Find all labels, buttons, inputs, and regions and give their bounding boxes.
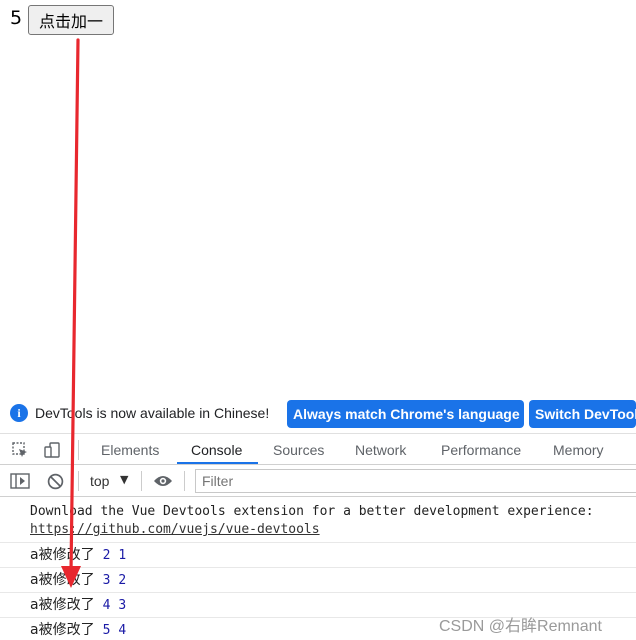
console-sidebar-icon[interactable]: [10, 473, 30, 489]
devtools-tabbar: Elements Console Sources Network Perform…: [0, 433, 636, 465]
chevron-down-icon[interactable]: ▼: [120, 473, 128, 486]
log-old-value: 2: [118, 573, 127, 588]
log-old-value: 4: [118, 623, 127, 638]
inspect-element-icon[interactable]: [12, 442, 28, 458]
log-label: a被修改了: [30, 572, 95, 588]
log-new-value: 4: [102, 598, 111, 613]
device-toolbar-icon[interactable]: [44, 442, 60, 458]
toolbar-divider: [184, 471, 185, 491]
console-toolbar: top ▼: [0, 465, 636, 497]
console-message: a被修改了 2 1: [0, 543, 636, 568]
counter-value: 5: [10, 7, 23, 29]
page-content: 5 点击加一: [0, 0, 636, 398]
vue-devtools-link[interactable]: https://github.com/vuejs/vue-devtools: [30, 522, 320, 537]
toolbar-divider: [141, 471, 142, 491]
log-new-value: 5: [102, 623, 111, 638]
info-icon: i: [10, 404, 28, 422]
active-tab-indicator: [177, 462, 258, 464]
tab-console[interactable]: Console: [191, 442, 242, 458]
devtools-panel: i DevTools is now available in Chinese! …: [0, 398, 636, 640]
log-old-value: 3: [118, 598, 127, 613]
tab-elements[interactable]: Elements: [101, 442, 159, 458]
console-message: Download the Vue Devtools extension for …: [0, 497, 636, 543]
language-infobar: i DevTools is now available in Chinese! …: [0, 398, 636, 430]
log-new-value: 3: [102, 573, 111, 588]
live-expression-icon[interactable]: [153, 474, 173, 488]
log-label: a被修改了: [30, 597, 95, 613]
infobar-message: DevTools is now available in Chinese!: [35, 405, 270, 421]
tab-sources[interactable]: Sources: [273, 442, 324, 458]
log-label: a被修改了: [30, 622, 95, 638]
switch-devtools-language-button[interactable]: Switch DevTools to Chinese: [529, 400, 636, 428]
clear-console-icon[interactable]: [47, 473, 64, 490]
tab-performance[interactable]: Performance: [441, 442, 521, 458]
increment-button[interactable]: 点击加一: [28, 5, 114, 35]
devtools-download-text: Download the Vue Devtools extension for …: [30, 504, 594, 519]
tab-memory[interactable]: Memory: [553, 442, 604, 458]
log-old-value: 1: [118, 548, 127, 563]
always-match-language-button[interactable]: Always match Chrome's language: [287, 400, 524, 428]
console-filter-input[interactable]: [195, 469, 636, 493]
tab-network[interactable]: Network: [355, 442, 406, 458]
log-label: a被修改了: [30, 547, 95, 563]
log-new-value: 2: [102, 548, 111, 563]
console-message: a被修改了 3 2: [0, 568, 636, 593]
context-selector[interactable]: top: [90, 473, 109, 489]
toolbar-divider: [78, 440, 79, 460]
toolbar-divider: [78, 471, 79, 491]
csdn-watermark: CSDN @右眸Remnant: [439, 618, 602, 635]
